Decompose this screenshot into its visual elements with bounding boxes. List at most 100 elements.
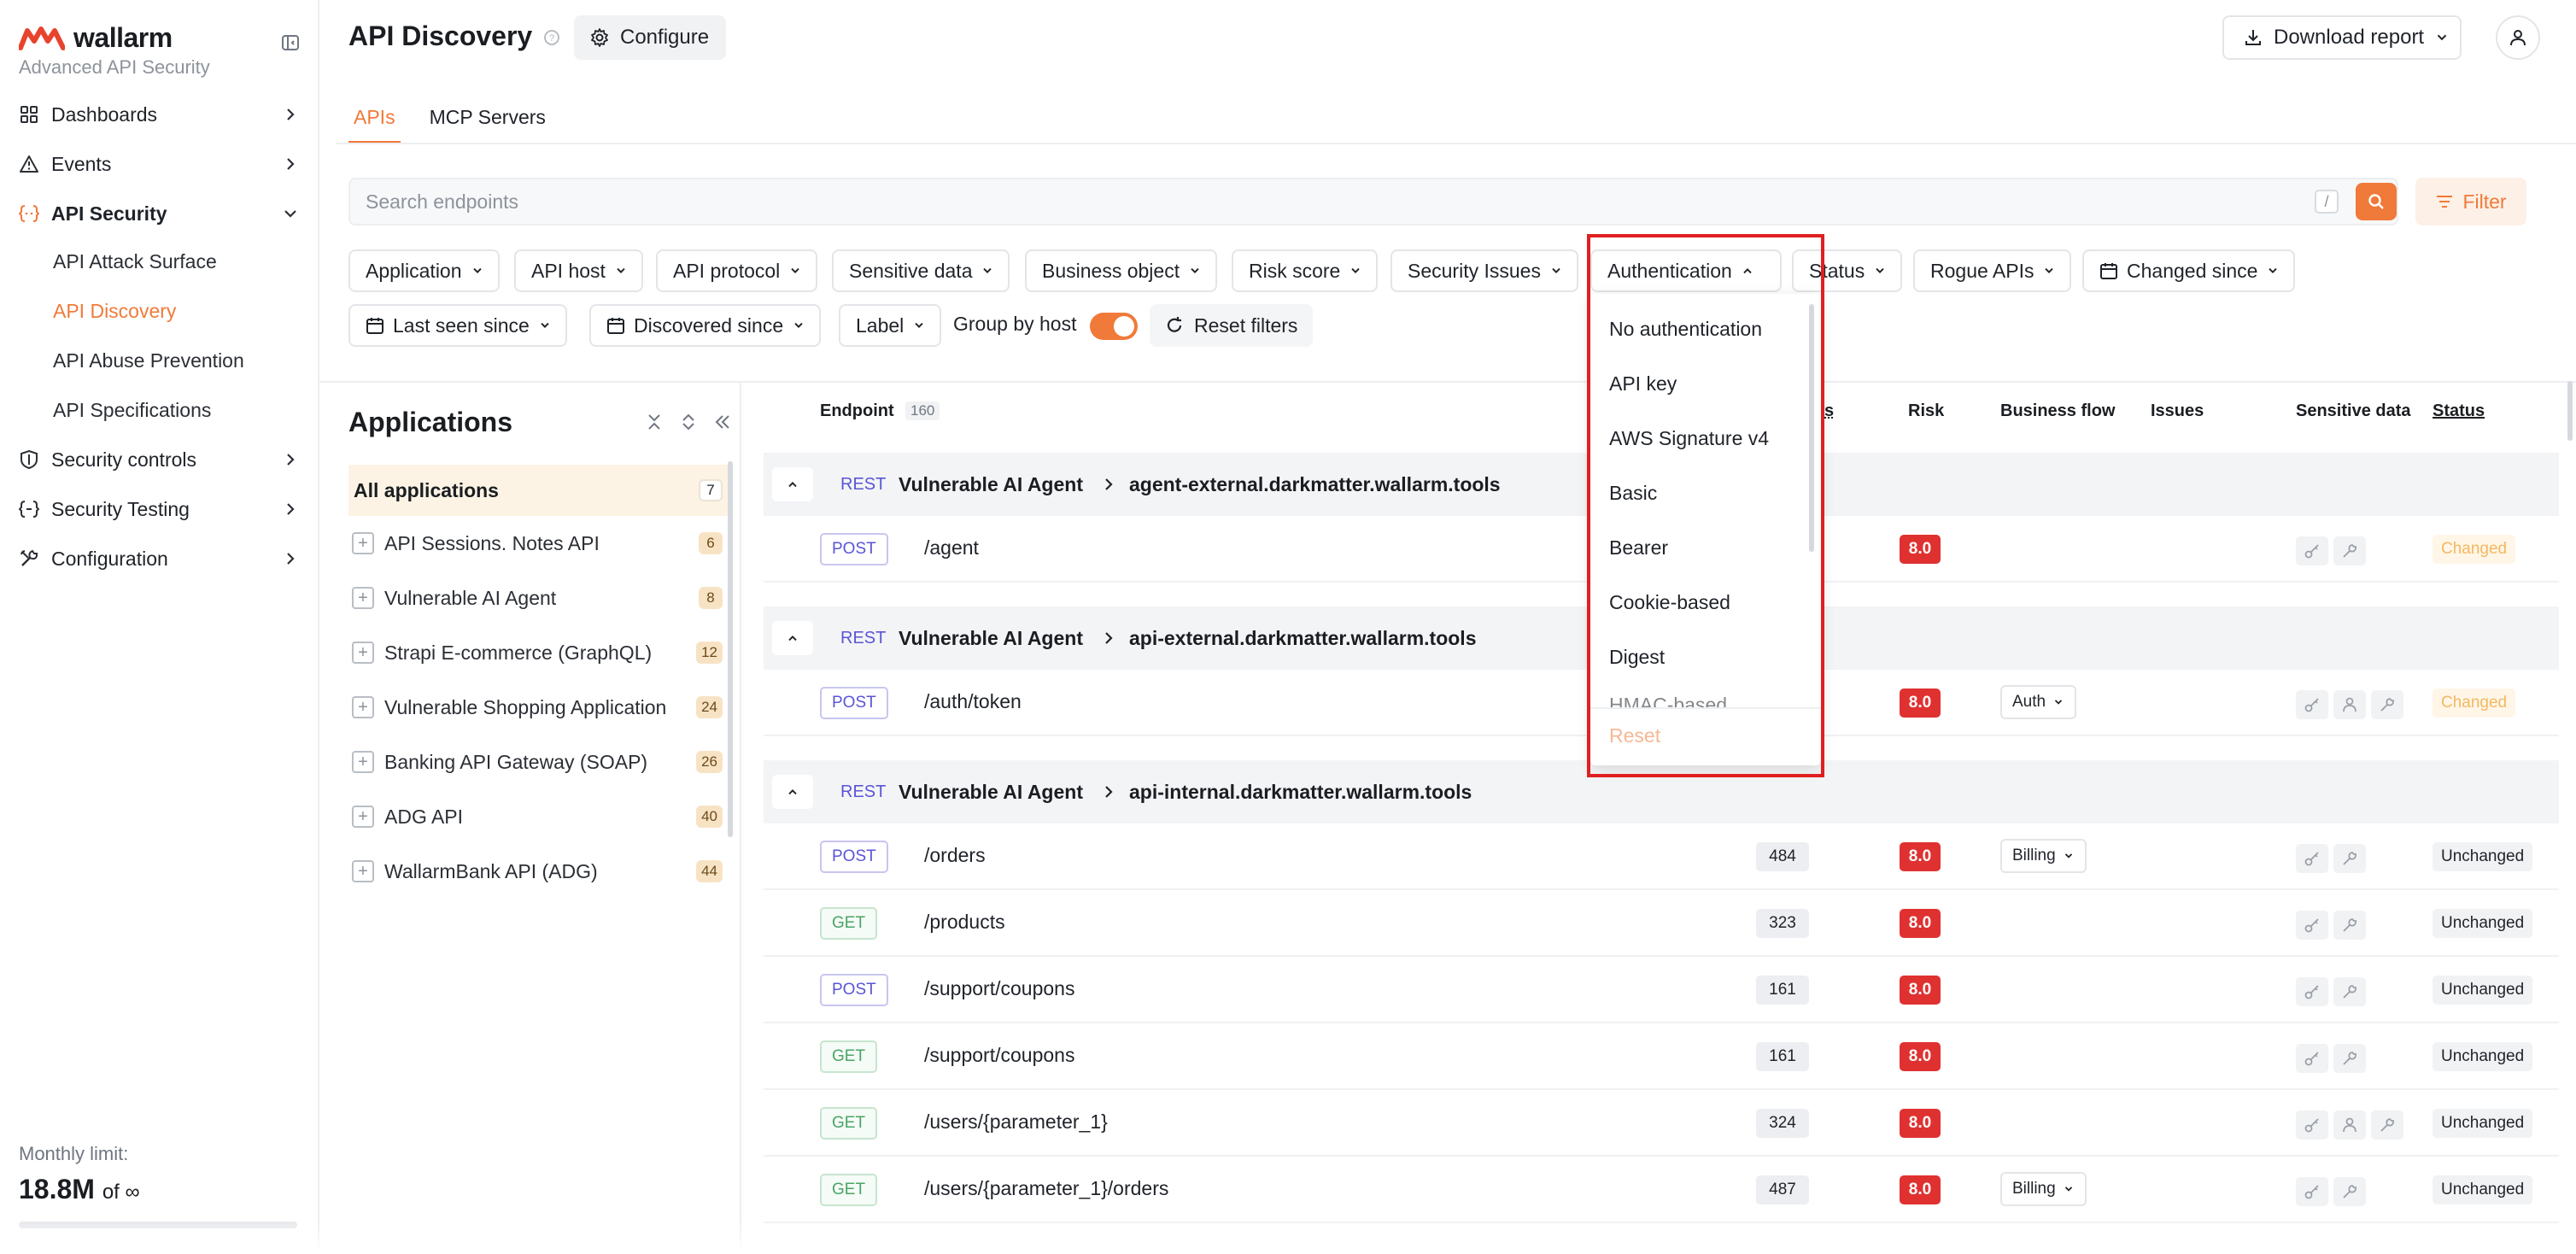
status-badge: Changed (2433, 535, 2516, 564)
filter-api-host[interactable]: API host (514, 249, 643, 292)
table-row[interactable]: GET /users/{parameter_1}/orders 487 8.0 … (764, 1157, 2559, 1223)
chevron-right-icon (282, 155, 299, 173)
filter-button[interactable]: Filter (2415, 178, 2526, 226)
monthly-limit-value: 18.8M of ∞ (19, 1174, 140, 1205)
table-row[interactable]: GET /products 323 8.0 Unchanged (764, 890, 2559, 957)
group-host-name: api-internal.darkmatter.wallarm.tools (1129, 780, 1472, 803)
chevron-up-icon[interactable] (772, 621, 813, 655)
sidebar-item-configuration[interactable]: Configuration (19, 540, 302, 577)
method-badge: POST (820, 533, 888, 565)
search-button[interactable] (2356, 183, 2397, 220)
calendar-icon (607, 318, 624, 334)
endpoint-path: /products (924, 911, 1005, 933)
expand-all-icon[interactable] (678, 412, 699, 432)
application-item[interactable]: + API Sessions. Notes API 6 (348, 518, 729, 569)
chevron-down-icon (2064, 1187, 2072, 1192)
collapse-sidebar-icon[interactable] (280, 32, 301, 53)
expand-plus-icon[interactable]: + (352, 806, 374, 828)
sidebar-subitem-api-specifications[interactable]: API Specifications (53, 393, 211, 427)
sidebar-subitem-api-attack-surface[interactable]: API Attack Surface (53, 244, 217, 278)
expand-plus-icon[interactable]: + (352, 860, 374, 882)
table-scrollbar[interactable] (2567, 381, 2573, 441)
expand-plus-icon[interactable]: + (352, 696, 374, 718)
filter-sensitive-data[interactable]: Sensitive data (832, 249, 1010, 292)
tab-apis[interactable]: APIs (348, 103, 401, 144)
status-badge: Unchanged (2433, 842, 2533, 871)
applications-scrollbar[interactable] (728, 461, 733, 837)
table-row[interactable]: POST /orders 484 8.0 Billing Unchanged (764, 823, 2559, 890)
sensitive-data-icons (2296, 977, 2366, 1006)
expand-plus-icon[interactable]: + (352, 642, 374, 664)
collapse-all-icon[interactable] (644, 412, 664, 432)
application-item[interactable]: + WallarmBank API (ADG) 44 (348, 846, 729, 897)
column-header-hits[interactable]: s (1824, 401, 1834, 421)
tab-bar: APIs MCP Servers (348, 103, 551, 144)
svg-text:?: ? (549, 33, 554, 44)
table-row[interactable]: GET /support/coupons 161 8.0 Unchanged (764, 1023, 2559, 1090)
filter-discovered-since[interactable]: Discovered since (589, 304, 822, 347)
application-item[interactable]: + Vulnerable Shopping Application 24 (348, 682, 729, 733)
column-header-sensitive-data[interactable]: Sensitive data (2296, 401, 2411, 421)
chip-label: API host (531, 259, 606, 282)
wallarm-logo[interactable]: wallarm (19, 22, 173, 54)
group-by-host-toggle[interactable] (1090, 313, 1138, 340)
sidebar-item-dashboards[interactable]: Dashboards (19, 96, 302, 133)
table-row[interactable]: POST /support/coupons 161 8.0 Unchanged (764, 957, 2559, 1023)
person-icon (2333, 690, 2366, 719)
sidebar-subitem-api-abuse-prevention[interactable]: API Abuse Prevention (53, 343, 244, 378)
search-input[interactable]: Search endpoints (348, 178, 2398, 226)
table-row[interactable]: GET /users/{parameter_1} 324 8.0 Unchang… (764, 1090, 2559, 1157)
key-icon (2296, 1044, 2328, 1073)
filter-risk-score[interactable]: Risk score (1232, 249, 1379, 292)
sidebar-item-api-security[interactable]: API Security (19, 195, 302, 232)
filter-application[interactable]: Application (348, 249, 500, 292)
application-item[interactable]: + ADG API 40 (348, 791, 729, 842)
expand-plus-icon[interactable]: + (352, 587, 374, 609)
collapse-panel-icon[interactable] (712, 412, 733, 432)
business-flow-select[interactable]: Billing (2000, 839, 2087, 873)
application-item[interactable]: + Banking API Gateway (SOAP) 26 (348, 736, 729, 788)
help-icon[interactable]: ? (543, 29, 560, 46)
chevron-up-icon[interactable] (772, 775, 813, 809)
filter-changed-since[interactable]: Changed since (2082, 249, 2296, 292)
application-name: Banking API Gateway (SOAP) (384, 750, 648, 773)
expand-plus-icon[interactable]: + (352, 751, 374, 773)
filter-label[interactable]: Label (839, 304, 942, 347)
tab-mcp-servers[interactable]: MCP Servers (424, 103, 551, 144)
column-header-endpoint[interactable]: Endpoint (820, 401, 894, 421)
chevron-up-icon[interactable] (772, 467, 813, 501)
application-item-all[interactable]: All applications 7 (348, 465, 729, 516)
filter-api-protocol[interactable]: API protocol (656, 249, 818, 292)
download-report-button[interactable]: Download report (2222, 15, 2462, 60)
filter-last-seen-since[interactable]: Last seen since (348, 304, 567, 347)
application-item[interactable]: + Strapi E-commerce (GraphQL) 12 (348, 627, 729, 678)
column-header-status[interactable]: Status (2433, 401, 2485, 421)
business-flow-select[interactable]: Auth (2000, 685, 2077, 719)
risk-badge: 8.0 (1900, 1109, 1941, 1138)
sidebar-item-security-controls[interactable]: Security controls (19, 441, 302, 478)
filter-rogue-apis[interactable]: Rogue APIs (1913, 249, 2072, 292)
group-host-name: api-external.darkmatter.wallarm.tools (1129, 626, 1477, 649)
application-count: 26 (696, 751, 723, 773)
column-header-issues[interactable]: Issues (2151, 401, 2204, 421)
user-avatar-button[interactable] (2496, 15, 2540, 60)
user-icon (2508, 27, 2528, 48)
sidebar-subitem-api-discovery[interactable]: API Discovery (53, 294, 176, 328)
sidebar-item-security-testing[interactable]: Security Testing (19, 490, 302, 528)
chevron-down-icon (541, 322, 549, 328)
key-icon (2296, 536, 2328, 565)
business-flow-select[interactable]: Billing (2000, 1172, 2087, 1206)
application-item[interactable]: + Vulnerable AI Agent 8 (348, 572, 729, 624)
filter-security-issues[interactable]: Security Issues (1390, 249, 1578, 292)
column-header-business-flow[interactable]: Business flow (2000, 401, 2115, 421)
expand-plus-icon[interactable]: + (352, 532, 374, 554)
wrench-icon (2333, 536, 2366, 565)
calendar-icon (2100, 263, 2117, 279)
column-header-risk[interactable]: Risk (1908, 401, 1944, 421)
chip-label: Discovered since (634, 314, 784, 337)
reset-filters-button[interactable]: Reset filters (1150, 304, 1314, 347)
configure-button[interactable]: Configure (574, 15, 727, 60)
filter-business-object[interactable]: Business object (1025, 249, 1218, 292)
chevron-down-icon (794, 322, 803, 328)
sidebar-item-events[interactable]: Events (19, 145, 302, 183)
